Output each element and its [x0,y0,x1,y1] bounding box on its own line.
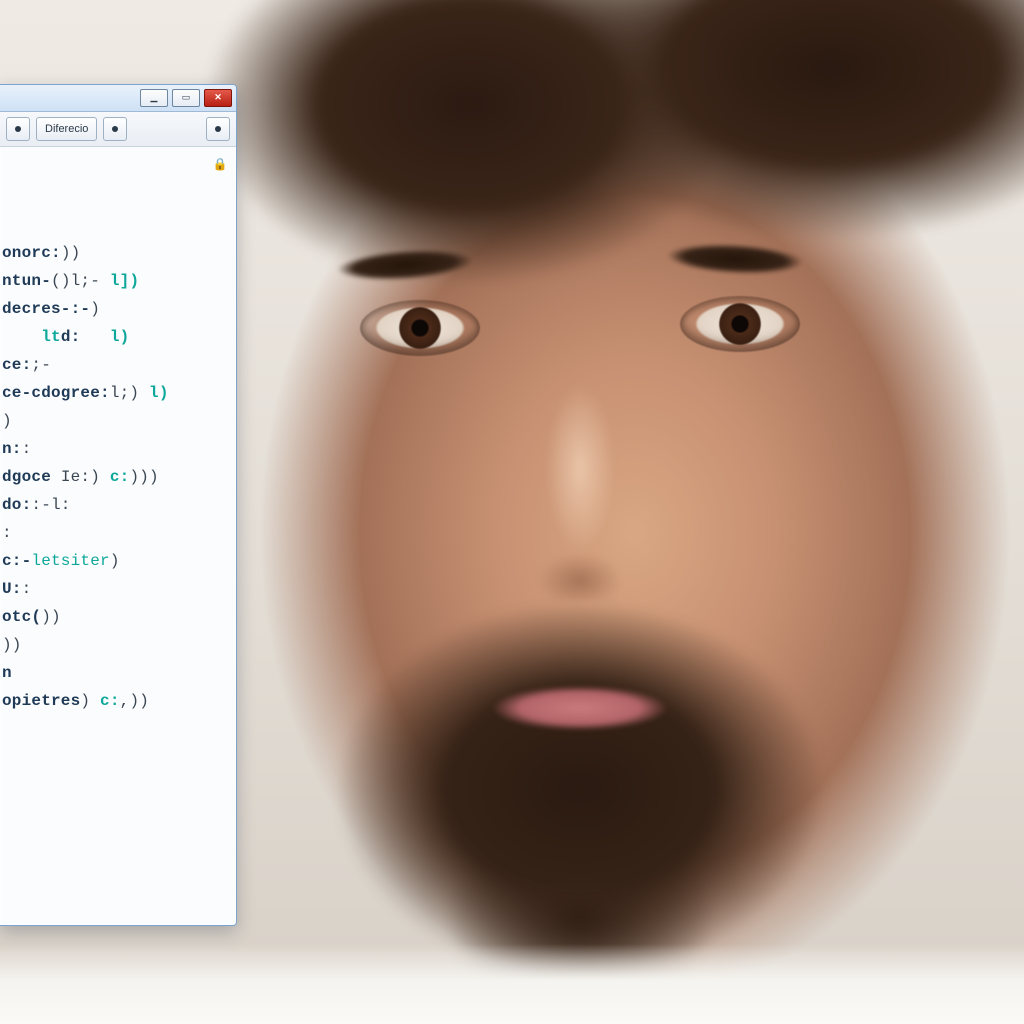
code-editor-window: ▁ ▭ ✕ Diferecio 🔒 onorc:))ntun-()l;- l])… [0,84,237,926]
code-line[interactable]: n [0,659,230,687]
code-token: l;- [71,272,110,290]
code-token: c:- [2,552,31,570]
portrait-background: ▁ ▭ ✕ Diferecio 🔒 onorc:))ntun-()l;- l])… [0,0,1024,1024]
code-token: : [2,524,12,542]
code-line[interactable]: ) [0,407,230,435]
code-token: ) [110,552,120,570]
code-line[interactable]: ce-cdogree:l;) l) [0,379,230,407]
code-token: l) [149,384,169,402]
code-token: n: [2,440,22,458]
code-token: ) [90,468,110,486]
code-token: decres-:- [2,300,90,318]
editor-toolbar: Diferecio [0,112,236,147]
code-editor-area[interactable]: 🔒 onorc:))ntun-()l;- l])decres-:-) ltd: … [0,147,236,779]
portrait-lips [470,680,690,736]
portrait-eye-right [680,296,800,352]
code-token: letsiter [31,552,109,570]
code-token: onorc: [2,244,61,262]
window-minimize-button[interactable]: ▁ [140,89,168,107]
code-token: c: [110,468,130,486]
code-token: : [22,580,32,598]
code-line[interactable]: opietres) c:,)) [0,687,230,715]
toolbar-mid-button[interactable] [103,117,127,141]
code-token: l]) [110,272,139,290]
code-line[interactable]: ce:;- [0,351,230,379]
code-token: ce: [2,356,31,374]
code-token: lt [2,328,61,346]
code-line[interactable]: ltd: l) [0,323,230,351]
code-token: opietres [2,692,80,710]
code-line[interactable]: ntun-()l;- l]) [0,267,230,295]
toolbar-tab-label: Diferecio [45,119,88,139]
dot-icon [215,126,221,132]
code-line[interactable]: U:: [0,575,230,603]
code-token: ,)) [120,692,149,710]
dot-icon [15,126,21,132]
toolbar-right-button[interactable] [206,117,230,141]
toolbar-tab[interactable]: Diferecio [36,117,97,141]
code-line[interactable]: decres-:-) [0,295,230,323]
code-token: :-l: [31,496,70,514]
portrait-nose [520,360,640,600]
code-token: () [51,272,71,290]
toolbar-left-button[interactable] [6,117,30,141]
code-token: ))) [129,468,158,486]
code-token: : [22,440,32,458]
code-line[interactable]: n:: [0,435,230,463]
window-maximize-button[interactable]: ▭ [172,89,200,107]
code-token: ) [2,412,12,430]
portrait-eye-left [360,300,480,356]
code-token: d: [61,328,110,346]
window-close-button[interactable]: ✕ [204,89,232,107]
code-token: Ie: [51,468,90,486]
code-token: n [2,664,12,682]
code-token: ;- [31,356,51,374]
code-token: ce-cdogree: [2,384,110,402]
dot-icon [112,126,118,132]
code-token: ) [90,300,100,318]
code-line[interactable]: dgoce Ie:) c:))) [0,463,230,491]
code-token: c: [100,692,120,710]
code-line[interactable]: : [0,519,230,547]
code-token: )) [61,244,81,262]
code-token: l;) [110,384,149,402]
code-token: ntun- [2,272,51,290]
code-line[interactable]: do::-l: [0,491,230,519]
window-titlebar[interactable]: ▁ ▭ ✕ [0,85,236,112]
code-line[interactable]: onorc:)) [0,239,230,267]
code-line[interactable]: c:-letsiter) [0,547,230,575]
code-token: otc( [2,608,41,626]
code-token: ) [80,692,100,710]
code-token: )) [41,608,61,626]
code-token: U: [2,580,22,598]
portrait-shirt [0,944,1024,1024]
lock-icon: 🔒 [213,151,228,179]
code-token: )) [2,636,22,654]
code-token: do: [2,496,31,514]
code-token: dgoce [2,468,51,486]
code-token: l) [110,328,130,346]
code-line[interactable]: )) [0,631,230,659]
code-line[interactable]: otc()) [0,603,230,631]
